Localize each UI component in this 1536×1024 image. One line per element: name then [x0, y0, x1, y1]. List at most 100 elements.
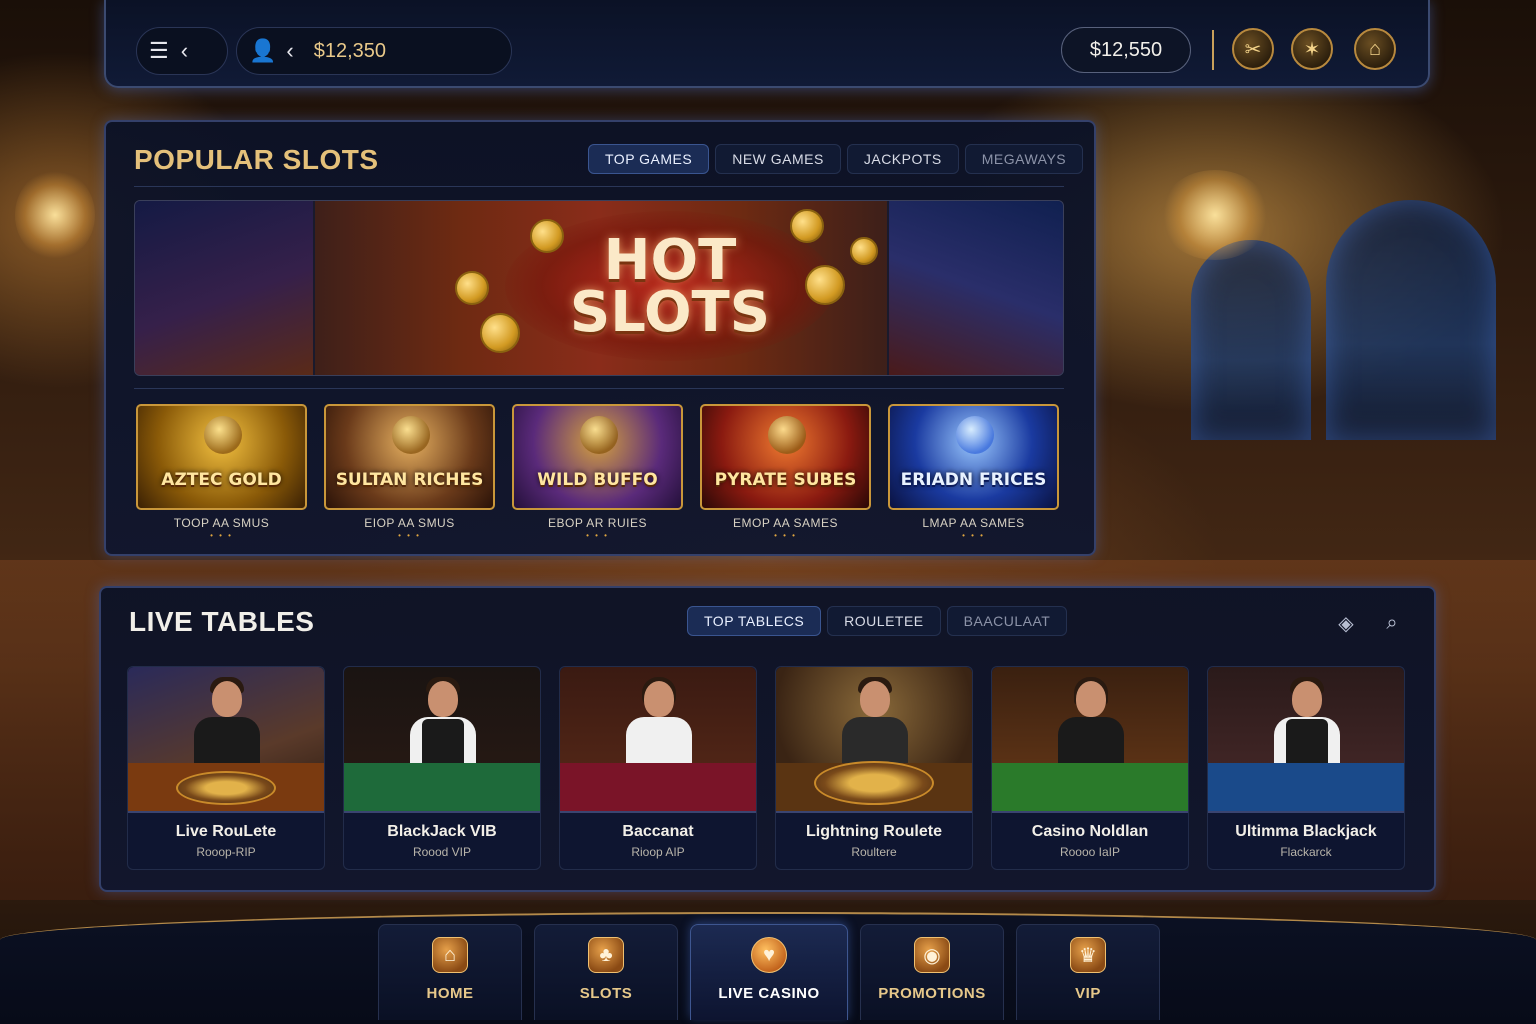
coin-icon — [850, 237, 878, 265]
slot-thumbnail: AZTEC GOLD — [136, 404, 307, 510]
balance-display: $12,350 — [313, 39, 387, 62]
nav-promotions[interactable]: ◉ PROMOTIONS — [860, 924, 1004, 1020]
nav-label: LIVE CASINO — [718, 985, 820, 1002]
game-emblem-icon — [768, 416, 806, 454]
live-table-card[interactable]: Lightning Roulete Roultere — [775, 666, 973, 870]
slot-game-title: ERIADN FRICES — [900, 470, 1047, 490]
banner-art-right — [887, 201, 1063, 375]
slot-game-title: AZTEC GOLD — [161, 470, 282, 490]
nav-vip[interactable]: ♛ VIP — [1016, 924, 1160, 1020]
table-thumbnail — [992, 667, 1188, 813]
dealer-figure — [1076, 681, 1106, 717]
slot-game-subtitle: EIOP AA SMUS — [364, 516, 455, 530]
nav-slots[interactable]: ♣ SLOTS — [534, 924, 678, 1020]
nav-home[interactable]: ⌂ HOME — [378, 924, 522, 1020]
heart-icon: ♥ — [751, 937, 787, 973]
table-subtitle: Flackarck — [1280, 845, 1332, 859]
banner-art-left — [135, 201, 315, 375]
live-table-card[interactable]: Baccanat Rioop AIP — [559, 666, 757, 870]
slot-thumbnail: WILD BUFFO — [512, 404, 683, 510]
diamond-icon[interactable]: ◈ — [1330, 608, 1362, 638]
game-emblem-icon — [580, 416, 618, 454]
table-title: Lightning Roulete — [806, 823, 942, 840]
table-thumbnail — [560, 667, 756, 813]
table-felt — [992, 763, 1188, 811]
sword-icon[interactable]: ✂ — [1232, 28, 1274, 70]
table-tools: ◈ ⌕ — [1330, 608, 1408, 638]
tab-roulette[interactable]: ROULETEE — [827, 606, 941, 636]
nav-live-casino[interactable]: ♥ LIVE CASINO — [690, 924, 848, 1020]
tab-top-tables[interactable]: TOP TABLECS — [687, 606, 822, 636]
game-emblem-icon — [392, 416, 430, 454]
slot-game-card[interactable]: PYRATE SUBES EMOP AA SAMES • • • — [700, 404, 871, 544]
wallet-balance-button[interactable]: $12,550 — [1061, 27, 1191, 73]
top-bar: ☰ ‹ 👤 ‹ $12,350 $12,550 ✂ ✶ ⌂ — [104, 0, 1430, 88]
tab-jackpots[interactable]: JACKPOTS — [846, 144, 959, 174]
banner-title: HOT SLOTS — [500, 233, 840, 345]
table-felt — [1208, 763, 1404, 811]
tab-megaways[interactable]: MEGAWAYS — [964, 144, 1084, 174]
dealer-figure — [644, 681, 674, 717]
live-table-card[interactable]: Live RouLete Rooop-RIP — [127, 666, 325, 870]
slot-game-card[interactable]: ERIADN FRICES LMAP AA SAMES • • • — [888, 404, 1059, 544]
rating-dots: • • • — [774, 531, 797, 540]
bottom-nav: ⌂ HOME ♣ SLOTS ♥ LIVE CASINO ◉ PROMOTION… — [0, 912, 1536, 1024]
game-emblem-icon — [204, 416, 242, 454]
nav-label: SLOTS — [579, 985, 633, 1002]
table-subtitle: Rioop AIP — [631, 845, 685, 859]
slot-game-card[interactable]: AZTEC GOLD TOOP AA SMUS • • • — [136, 404, 307, 544]
rating-dots: • • • — [210, 531, 233, 540]
rating-dots: • • • — [398, 531, 421, 540]
dealer-figure — [860, 681, 890, 717]
banner-title-line2: SLOTS — [569, 280, 771, 345]
slot-game-subtitle: EBOP AR RUIES — [548, 516, 647, 530]
live-tables-row: Live RouLete Rooop-RIP BlackJack VIB Roo… — [127, 666, 1405, 870]
dealer-figure — [212, 681, 242, 717]
menu-icon[interactable]: ☰ — [149, 40, 169, 62]
table-title: Baccanat — [622, 823, 694, 840]
profile-icon[interactable]: 👤 — [249, 40, 276, 62]
game-emblem-icon — [956, 416, 994, 454]
nav-label: VIP — [1075, 985, 1101, 1002]
table-subtitle: Roultere — [851, 845, 897, 859]
back-icon[interactable]: ‹ — [181, 40, 188, 62]
table-thumbnail — [776, 667, 972, 813]
slot-game-subtitle: TOOP AA SMUS — [173, 516, 270, 530]
table-title: BlackJack VIB — [387, 823, 497, 840]
back-icon[interactable]: ‹ — [286, 40, 293, 62]
home-icon: ⌂ — [432, 937, 468, 973]
divider — [1212, 30, 1214, 70]
live-table-card[interactable]: BlackJack VIB Roood VIP — [343, 666, 541, 870]
slot-game-card[interactable]: WILD BUFFO EBOP AR RUIES • • • — [512, 404, 683, 544]
table-felt — [344, 763, 540, 811]
live-table-card[interactable]: Ultimma Blackjack Flackarck — [1207, 666, 1405, 870]
section-title: POPULAR SLOTS — [134, 144, 379, 175]
slot-game-title: PYRATE SUBES — [714, 470, 857, 490]
slot-thumbnail: PYRATE SUBES — [700, 404, 871, 510]
table-subtitle: Roooo IaIP — [1059, 845, 1121, 859]
roulette-wheel-icon — [814, 761, 934, 805]
nav-label: PROMOTIONS — [878, 985, 986, 1002]
slot-game-card[interactable]: SULTAN RICHES EIOP AA SMUS • • • — [324, 404, 495, 544]
search-icon[interactable]: ⌕ — [1376, 608, 1408, 638]
chandelier-decoration — [1160, 170, 1270, 260]
star-icon[interactable]: ✶ — [1291, 28, 1333, 70]
dealer-figure — [1292, 681, 1322, 717]
hot-slots-banner[interactable]: HOT SLOTS — [134, 200, 1064, 376]
slot-game-title: SULTAN RICHES — [335, 470, 484, 490]
live-table-card[interactable]: Casino Noldlan Roooo IaIP — [991, 666, 1189, 870]
slot-game-title: WILD BUFFO — [537, 470, 658, 490]
table-thumbnail — [128, 667, 324, 813]
tab-top-games[interactable]: TOP GAMES — [588, 144, 710, 174]
tab-baccarat[interactable]: BAACULAAT — [946, 606, 1068, 636]
popular-slots-panel: POPULAR SLOTS TOP GAMES NEW GAMES JACKPO… — [104, 120, 1096, 556]
tab-new-games[interactable]: NEW GAMES — [715, 144, 841, 174]
lock-icon[interactable]: ⌂ — [1354, 28, 1396, 70]
divider — [134, 388, 1064, 389]
divider — [134, 186, 1064, 187]
section-title: LIVE TABLES — [129, 606, 315, 637]
table-thumbnail — [344, 667, 540, 813]
table-title: Ultimma Blackjack — [1235, 823, 1377, 840]
slots-icon: ♣ — [588, 937, 624, 973]
menu-group: ☰ ‹ — [136, 27, 228, 75]
